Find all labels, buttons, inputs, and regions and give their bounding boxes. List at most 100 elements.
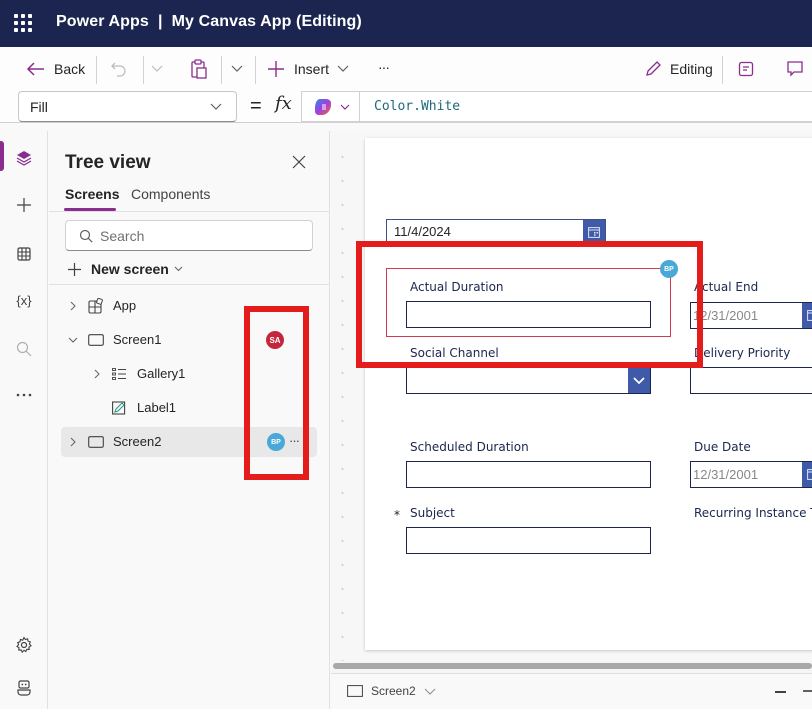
calendar-icon xyxy=(807,310,812,321)
app-screen[interactable]: 11/4/2024 Actual Duration BP Actual End … xyxy=(365,138,812,650)
canvas-area: 11/4/2024 Actual Duration BP Actual End … xyxy=(331,131,812,661)
search-rail-button[interactable] xyxy=(12,337,36,361)
search-icon xyxy=(16,341,32,357)
chevron-down-icon xyxy=(174,266,183,272)
chevron-down-icon xyxy=(337,65,349,72)
annotation-highlight-canvas xyxy=(356,241,703,368)
copilot-bot-rail-button[interactable] xyxy=(12,676,36,700)
chevron-right-icon[interactable] xyxy=(94,369,100,379)
property-dropdown[interactable]: Fill xyxy=(18,91,237,122)
pencil-icon xyxy=(646,61,661,76)
toolbar-divider xyxy=(221,56,222,84)
subject-label: Subject xyxy=(410,506,455,520)
variables-rail-button[interactable]: {x} xyxy=(12,288,36,312)
undo-button[interactable] xyxy=(110,47,128,91)
tree-view-panel: Tree view Screens Components Search New … xyxy=(49,131,330,709)
plus-icon xyxy=(68,262,81,276)
dropdown-button[interactable] xyxy=(628,368,650,393)
notes-button[interactable] xyxy=(738,47,754,91)
chevron-right-icon[interactable] xyxy=(70,437,76,447)
subject-input[interactable] xyxy=(406,527,651,554)
screen-icon xyxy=(88,436,104,448)
insert-button[interactable]: Insert xyxy=(267,47,349,91)
formula-bar: Fill = fx Color.White xyxy=(0,91,812,123)
editing-mode-button[interactable]: Editing xyxy=(644,47,713,91)
close-panel-button[interactable] xyxy=(292,155,306,174)
formula-input[interactable]: Color.White xyxy=(301,91,812,122)
equals-sign: = xyxy=(250,95,262,117)
tree-item-label: Screen1 xyxy=(113,332,162,347)
date-value: 11/4/2024 xyxy=(394,224,451,239)
tree-item-label: Screen2 xyxy=(113,434,162,449)
formula-text[interactable]: Color.White xyxy=(374,99,460,114)
tree-view-rail-button[interactable] xyxy=(12,146,36,170)
data-rail-button[interactable] xyxy=(12,242,36,266)
clipboard-icon xyxy=(191,59,207,79)
more-commands-button[interactable]: ··· xyxy=(378,45,390,89)
scrollbar-thumb[interactable] xyxy=(333,663,812,669)
new-screen-button[interactable]: New screen xyxy=(67,259,183,279)
recurring-instance-type-label: Recurring Instance Type xyxy=(694,506,812,520)
horizontal-scrollbar[interactable] xyxy=(331,661,812,673)
new-screen-divider xyxy=(49,284,329,285)
tab-screens[interactable]: Screens xyxy=(64,186,119,211)
paste-button[interactable] xyxy=(190,47,208,91)
required-marker: * xyxy=(394,508,400,522)
chevron-down-icon xyxy=(424,688,436,695)
app-icon xyxy=(88,298,103,314)
actual-end-picker[interactable]: 12/31/2001 xyxy=(690,302,812,329)
zoom-slider[interactable] xyxy=(803,690,812,692)
settings-rail-button[interactable] xyxy=(12,633,36,657)
toolbar-divider xyxy=(143,56,144,84)
scheduled-duration-label: Scheduled Duration xyxy=(410,440,529,454)
chevron-right-icon[interactable] xyxy=(70,301,76,311)
calendar-button[interactable] xyxy=(802,462,812,487)
label-icon xyxy=(112,401,126,415)
screen-selector[interactable]: Screen2 xyxy=(347,684,436,698)
chevron-down-icon[interactable] xyxy=(68,337,78,343)
editing-label: Editing xyxy=(670,61,713,77)
social-channel-dropdown[interactable] xyxy=(406,367,651,394)
back-button[interactable]: Back xyxy=(26,47,85,91)
calendar-button[interactable] xyxy=(802,303,812,328)
paste-dropdown[interactable] xyxy=(231,47,243,91)
insert-rail-button[interactable] xyxy=(12,193,36,217)
app-header: Power Apps | My Canvas App (Editing) xyxy=(0,0,812,47)
delivery-priority-input[interactable] xyxy=(690,367,812,394)
tree-item-label: Gallery1 xyxy=(137,366,186,381)
due-date-picker[interactable]: 12/31/2001 xyxy=(690,461,812,488)
app-title: Power Apps | My Canvas App (Editing) xyxy=(56,13,362,30)
app-launcher-icon[interactable] xyxy=(14,14,32,32)
tab-components[interactable]: Components xyxy=(131,186,210,202)
more-horizontal-icon xyxy=(16,393,32,397)
back-label: Back xyxy=(54,61,86,77)
copilot-icon xyxy=(315,99,331,115)
toolbar-divider xyxy=(96,56,97,84)
chevron-down-icon xyxy=(340,104,350,110)
more-label: ··· xyxy=(378,59,390,75)
chevron-down-icon xyxy=(231,65,243,72)
undo-dropdown[interactable] xyxy=(151,47,163,91)
tabs-divider xyxy=(49,211,329,212)
toolbar-divider xyxy=(255,56,256,84)
tree-view-title: Tree view xyxy=(65,152,151,173)
canvas-grid-dots xyxy=(341,145,344,661)
calendar-icon xyxy=(807,469,812,480)
actual-end-label: Actual End xyxy=(694,280,759,294)
gallery-icon xyxy=(112,368,126,380)
chevron-down-icon xyxy=(151,65,163,72)
search-input[interactable]: Search xyxy=(65,220,313,251)
tree-item-label: App xyxy=(113,298,137,313)
zoom-out-button[interactable] xyxy=(775,691,786,693)
tree-item-label: Label1 xyxy=(137,400,177,415)
more-rail-button[interactable] xyxy=(12,383,36,407)
search-icon xyxy=(79,229,93,243)
comments-button[interactable] xyxy=(786,47,804,91)
copilot-button[interactable] xyxy=(302,92,360,121)
search-placeholder: Search xyxy=(100,228,145,244)
undo-icon xyxy=(111,62,126,77)
scheduled-duration-input[interactable] xyxy=(406,461,651,488)
delivery-priority-label: Delivery Priority xyxy=(694,346,791,360)
fx-icon: fx xyxy=(275,93,292,114)
plus-icon xyxy=(268,61,284,77)
